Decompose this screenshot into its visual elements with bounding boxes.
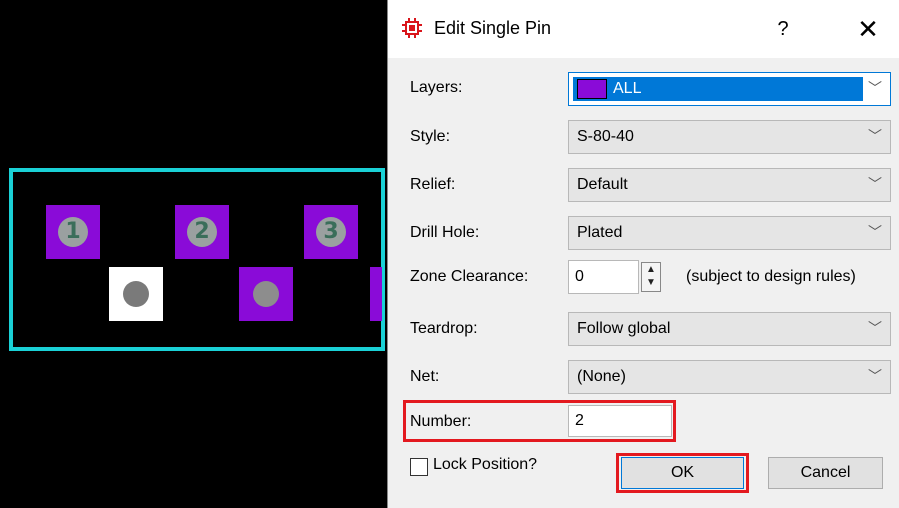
- drill-hole: [253, 281, 279, 307]
- board-outline: 1 2 3: [9, 168, 385, 351]
- title-bar: Edit Single Pin ? ✕: [388, 0, 899, 58]
- pad-2[interactable]: 2: [175, 205, 229, 259]
- number-input[interactable]: 2: [568, 405, 672, 437]
- style-label: Style:: [410, 128, 451, 145]
- drill-hole-value: Plated: [577, 224, 623, 241]
- chevron-down-icon: ﹀: [868, 128, 882, 144]
- layer-color-swatch: [577, 79, 607, 99]
- pad-number: 2: [187, 217, 217, 247]
- layers-value: ALL: [613, 80, 642, 97]
- pin-pad-partial[interactable]: [370, 267, 382, 321]
- net-label: Net:: [410, 368, 440, 385]
- zone-clearance-input[interactable]: 0: [568, 260, 639, 294]
- zone-clearance-stepper[interactable]: ▲ ▼: [641, 262, 661, 292]
- zone-clearance-note: (subject to design rules): [686, 268, 856, 285]
- close-button[interactable]: ✕: [848, 14, 888, 44]
- pad-number: 3: [316, 217, 346, 247]
- relief-label: Relief:: [410, 176, 456, 193]
- chevron-down-icon: ﹀: [868, 80, 882, 96]
- style-select[interactable]: S-80-40 ﹀: [568, 120, 891, 154]
- ok-button[interactable]: OK: [621, 457, 744, 489]
- layers-label: Layers:: [410, 79, 463, 96]
- chevron-down-icon: ﹀: [868, 176, 882, 192]
- relief-select[interactable]: Default ﹀: [568, 168, 891, 202]
- chevron-down-icon: ﹀: [868, 368, 882, 384]
- dialog-title: Edit Single Pin: [434, 18, 552, 38]
- selected-pin-pad[interactable]: [109, 267, 163, 321]
- chevron-down-icon: ﹀: [868, 224, 882, 240]
- drill-hole-label: Drill Hole:: [410, 224, 480, 241]
- drill-hole-select[interactable]: Plated ﹀: [568, 216, 891, 250]
- chip-icon: [402, 18, 422, 38]
- help-button[interactable]: ?: [768, 14, 798, 44]
- pad-1[interactable]: 1: [46, 205, 100, 259]
- teardrop-label: Teardrop:: [410, 320, 478, 337]
- pad-3[interactable]: 3: [304, 205, 358, 259]
- layers-select[interactable]: ALL ﹀: [568, 72, 891, 106]
- zone-clearance-label: Zone Clearance:: [410, 268, 529, 285]
- number-label: Number:: [410, 413, 472, 430]
- edit-single-pin-dialog: Edit Single Pin ? ✕ Layers: ALL ﹀ Style:…: [387, 0, 899, 508]
- pcb-canvas[interactable]: 1 2 3: [0, 0, 387, 508]
- zone-clearance-value: 0: [575, 268, 584, 285]
- number-value: 2: [575, 412, 584, 429]
- drill-hole: [123, 281, 149, 307]
- net-value: (None): [577, 368, 626, 385]
- pin-pad[interactable]: [239, 267, 293, 321]
- teardrop-value: Follow global: [577, 320, 671, 337]
- lock-position-checkbox[interactable]: [410, 458, 428, 476]
- lock-position-label: Lock Position?: [433, 456, 538, 473]
- relief-value: Default: [577, 176, 628, 193]
- style-value: S-80-40: [577, 128, 634, 145]
- cancel-button[interactable]: Cancel: [768, 457, 883, 489]
- chevron-down-icon: ﹀: [868, 320, 882, 336]
- net-select[interactable]: (None) ﹀: [568, 360, 891, 394]
- pad-number: 1: [58, 217, 88, 247]
- teardrop-select[interactable]: Follow global ﹀: [568, 312, 891, 346]
